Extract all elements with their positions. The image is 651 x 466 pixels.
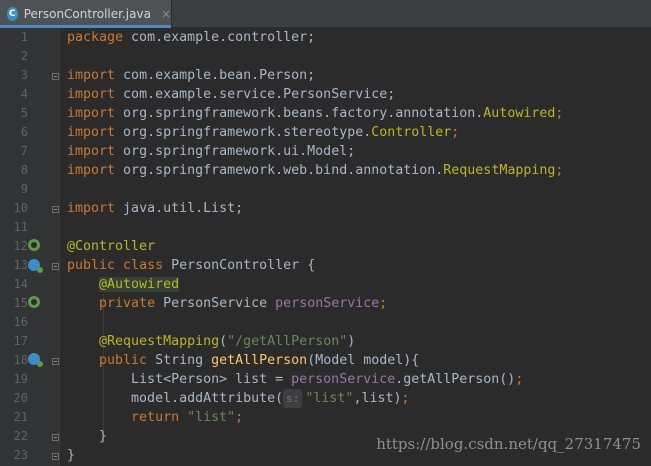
- line-number: 17: [13, 334, 28, 348]
- code-line-10: import java.util.List;: [67, 201, 244, 216]
- line-number: 5: [20, 106, 28, 120]
- close-icon[interactable]: ×: [161, 7, 171, 21]
- code-line-19: List<Person> list = personService.getAll…: [131, 372, 524, 387]
- code-line-12: @Controller: [67, 239, 156, 254]
- code-line-4: import com.example.service.PersonService…: [67, 87, 396, 102]
- line-number: 12: [13, 239, 28, 253]
- line-number: 22: [13, 429, 28, 443]
- tab-person-controller[interactable]: C PersonController.java ×: [0, 0, 172, 28]
- bean-icon[interactable]: [28, 239, 40, 251]
- code-line-20: model.addAttribute(s: "list",list);: [131, 389, 410, 408]
- code-line-17: @RequestMapping("/getAllPerson"): [99, 334, 356, 349]
- code-line-3: import com.example.bean.Person;: [67, 68, 316, 83]
- line-number: 14: [13, 277, 28, 291]
- line-number: 10: [13, 201, 28, 215]
- tab-label: PersonController.java: [23, 7, 151, 21]
- fold-end-icon[interactable]: [52, 453, 59, 460]
- line-number: 13: [13, 258, 28, 272]
- line-number: 1: [20, 30, 28, 44]
- line-number: 4: [20, 87, 28, 101]
- code-editor[interactable]: package com.example.controller; import c…: [60, 28, 651, 466]
- line-number: 15: [13, 296, 28, 310]
- code-line-6: import org.springframework.stereotype.Co…: [67, 125, 460, 140]
- method-icon[interactable]: [28, 353, 43, 367]
- fold-method-icon[interactable]: [52, 358, 59, 365]
- line-number: 21: [13, 410, 28, 424]
- class-icon[interactable]: [28, 259, 43, 273]
- fold-class-icon[interactable]: [52, 263, 59, 270]
- code-line-1: package com.example.controller;: [67, 30, 316, 45]
- editor-gutter: 1 2 3 4 5 6 7 8 9 10 11 12 13 14 15 16 17 18 19 20 21 22 23: [0, 28, 60, 466]
- parameter-hint: s:: [283, 389, 303, 408]
- code-line-7: import org.springframework.ui.Model;: [67, 144, 356, 159]
- code-line-21: return "list";: [131, 410, 244, 425]
- line-number: 19: [13, 372, 28, 386]
- line-number: 23: [13, 448, 28, 462]
- java-class-icon: C: [7, 7, 18, 21]
- code-line-15: private PersonService personService;: [99, 296, 388, 311]
- line-number: 11: [13, 220, 28, 234]
- code-line-5: import org.springframework.beans.factory…: [67, 106, 564, 121]
- line-number: 7: [20, 144, 28, 158]
- bean-icon[interactable]: [28, 296, 40, 308]
- line-number: 3: [20, 68, 28, 82]
- code-line-14: @Autowired: [99, 277, 180, 292]
- line-number: 20: [13, 391, 28, 405]
- fold-imports-icon[interactable]: [52, 73, 59, 80]
- code-line-18: public String getAllPerson(Model model){: [99, 353, 420, 368]
- code-line-22: }: [99, 429, 108, 444]
- code-line-23: }: [67, 448, 76, 463]
- code-line-13: public class PersonController {: [67, 258, 316, 273]
- line-number: 16: [13, 315, 28, 329]
- editor-tab-bar: C PersonController.java ×: [0, 0, 651, 28]
- code-line-8: import org.springframework.web.bind.anno…: [67, 163, 564, 178]
- line-number: 18: [13, 353, 28, 367]
- line-number: 2: [20, 49, 28, 63]
- fold-end-icon[interactable]: [52, 434, 59, 441]
- line-number: 9: [20, 182, 28, 196]
- line-number: 6: [20, 125, 28, 139]
- line-number: 8: [20, 163, 28, 177]
- watermark: https://blog.csdn.net/qq_27317475: [376, 435, 641, 453]
- fold-end-icon[interactable]: [52, 206, 59, 213]
